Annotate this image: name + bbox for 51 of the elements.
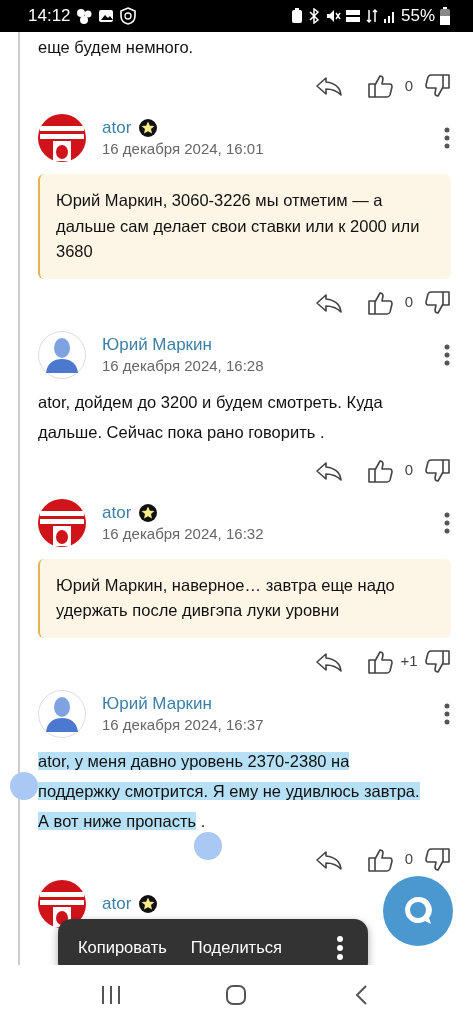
battery-level: 55% xyxy=(400,5,435,28)
quote-text: Юрий Маркин, наверное… завтра еще надо удержать после дивгэпа луки уровни xyxy=(56,574,396,621)
thumbs-up-icon[interactable] xyxy=(367,457,393,484)
copy-button[interactable]: Копировать xyxy=(66,935,179,960)
selection-handle[interactable] xyxy=(10,771,38,800)
thumbs-up-icon[interactable] xyxy=(367,289,393,316)
thumbs-up-icon[interactable] xyxy=(367,648,393,675)
more-icon[interactable] xyxy=(443,127,451,149)
more-icon[interactable] xyxy=(443,343,451,366)
shield-icon xyxy=(118,7,137,25)
battery-icon xyxy=(439,7,451,25)
selection-handle[interactable] xyxy=(194,831,223,860)
image-icon xyxy=(96,7,115,25)
comment-text: еще будем немного. xyxy=(38,37,195,58)
reply-icon[interactable] xyxy=(315,74,343,98)
bluetooth-icon xyxy=(306,8,321,24)
more-icon[interactable] xyxy=(443,702,451,725)
score-count: 0 xyxy=(403,849,415,870)
author-link[interactable]: ator xyxy=(102,892,132,915)
thumbs-up-icon[interactable] xyxy=(367,73,393,99)
author-link[interactable]: Юрий Маркин xyxy=(102,333,212,356)
author-link[interactable]: ator xyxy=(102,501,132,524)
quote-text: Юрий Маркин, 3060-3226 мы отметим — а дальше сам делает свои ставки или к 2000 или 3680 xyxy=(56,190,421,262)
home-icon[interactable] xyxy=(225,983,248,1006)
thumbs-down-icon[interactable] xyxy=(425,457,451,484)
data-arrows-icon xyxy=(364,8,379,24)
share-button[interactable]: Поделиться xyxy=(178,935,294,960)
status-time: 14:12 xyxy=(28,5,71,28)
thumbs-down-icon[interactable] xyxy=(425,289,451,316)
notification-icon xyxy=(74,7,93,25)
comment-text: ator, дойдем до 3200 и будем смотреть. Куда дальше. Сейчас пока рано говорить . xyxy=(38,391,384,443)
score-count: +1 xyxy=(399,651,419,672)
more-icon[interactable] xyxy=(336,935,344,960)
thumbs-up-icon[interactable] xyxy=(367,846,393,873)
more-icon[interactable] xyxy=(443,511,451,534)
thumbs-down-icon[interactable] xyxy=(425,648,451,675)
thumbs-down-icon[interactable] xyxy=(425,846,451,873)
recent-apps-icon[interactable] xyxy=(99,983,122,1006)
author-link[interactable]: ator xyxy=(102,117,132,139)
score-count: 0 xyxy=(403,460,415,481)
comment-date: 16 декабря 2024, 16:01 xyxy=(102,139,265,159)
comment-text: ator, у меня давно уровень 2370-2380 на поддержку смотрится. Я ему не удивлюсь завтра. А вот ниже пропасть . xyxy=(38,750,421,832)
comment-date: 16 декабря 2024, 16:37 xyxy=(102,714,265,735)
author-link[interactable]: Юрий Маркин xyxy=(102,692,212,715)
comment-date: 16 декабря 2024, 16:28 xyxy=(102,355,265,376)
score-count: 0 xyxy=(403,75,415,96)
mute-icon xyxy=(324,8,341,24)
thumbs-down-icon[interactable] xyxy=(425,73,451,99)
score-count: 0 xyxy=(403,292,415,313)
comment-date: 16 декабря 2024, 16:32 xyxy=(102,523,265,544)
battery-saver-icon xyxy=(290,8,303,24)
